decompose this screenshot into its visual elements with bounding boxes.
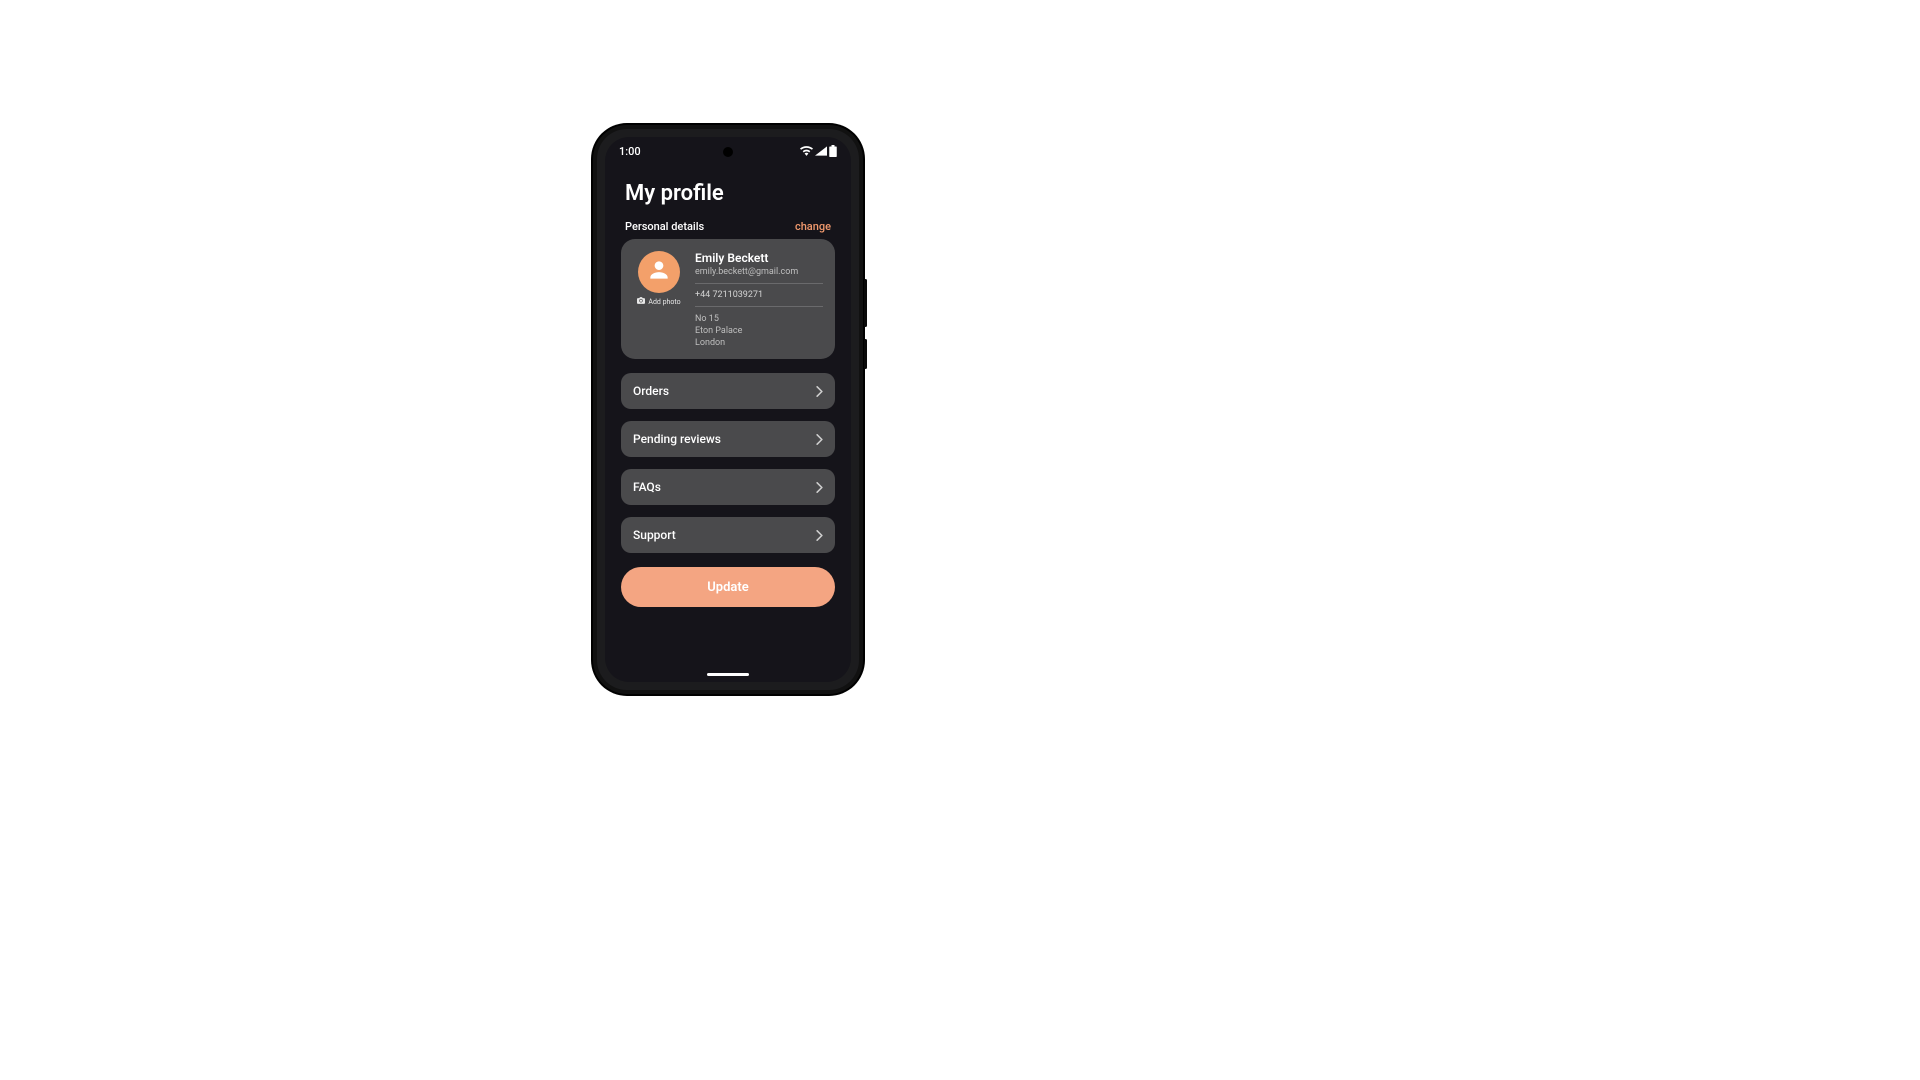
menu-label: Orders [633,384,669,398]
wifi-icon [800,146,813,156]
divider [695,283,823,284]
profile-address: No 15 Eton Palace London [695,313,823,349]
chevron-right-icon [816,482,823,493]
menu-list: Orders Pending reviews FAQs Support [605,359,851,553]
chevron-right-icon [816,434,823,445]
profile-phone: +44 7211039271 [695,290,823,300]
person-icon [646,257,672,287]
menu-label: Pending reviews [633,432,721,446]
menu-item-faqs[interactable]: FAQs [621,469,835,505]
add-photo-label: Add photo [648,298,680,306]
battery-icon [829,145,837,157]
update-label: Update [707,580,749,595]
camera-icon [637,297,645,306]
chevron-right-icon [816,386,823,397]
front-camera [723,147,733,157]
menu-label: Support [633,528,676,542]
change-link[interactable]: change [795,220,831,233]
profile-name: Emily Beckett [695,251,823,265]
menu-item-support[interactable]: Support [621,517,835,553]
status-time: 1:00 [619,145,641,158]
side-button-power [864,339,867,369]
chevron-right-icon [816,530,823,541]
phone-frame: 1:00 My profile Personal details change [597,129,859,690]
add-photo-button[interactable]: Add photo [637,297,680,306]
signal-icon [815,146,827,156]
profile-email: emily.beckett@gmail.com [695,267,823,277]
section-header: Personal details change [605,216,851,239]
update-button[interactable]: Update [621,567,835,607]
page-title: My profile [605,165,851,216]
avatar[interactable] [638,251,680,293]
section-label: Personal details [625,220,704,233]
divider [695,306,823,307]
profile-card: Add photo Emily Beckett emily.beckett@gm… [621,239,835,359]
menu-label: FAQs [633,480,661,494]
menu-item-pending-reviews[interactable]: Pending reviews [621,421,835,457]
menu-item-orders[interactable]: Orders [621,373,835,409]
addr-line-2: Eton Palace [695,325,823,337]
status-icons [800,145,837,157]
screen: 1:00 My profile Personal details change [605,137,851,682]
side-button-volume [864,279,867,327]
addr-line-3: London [695,337,823,349]
nav-handle[interactable] [707,673,749,676]
addr-line-1: No 15 [695,313,823,325]
avatar-column: Add photo [633,251,685,349]
profile-info: Emily Beckett emily.beckett@gmail.com +4… [695,251,823,349]
